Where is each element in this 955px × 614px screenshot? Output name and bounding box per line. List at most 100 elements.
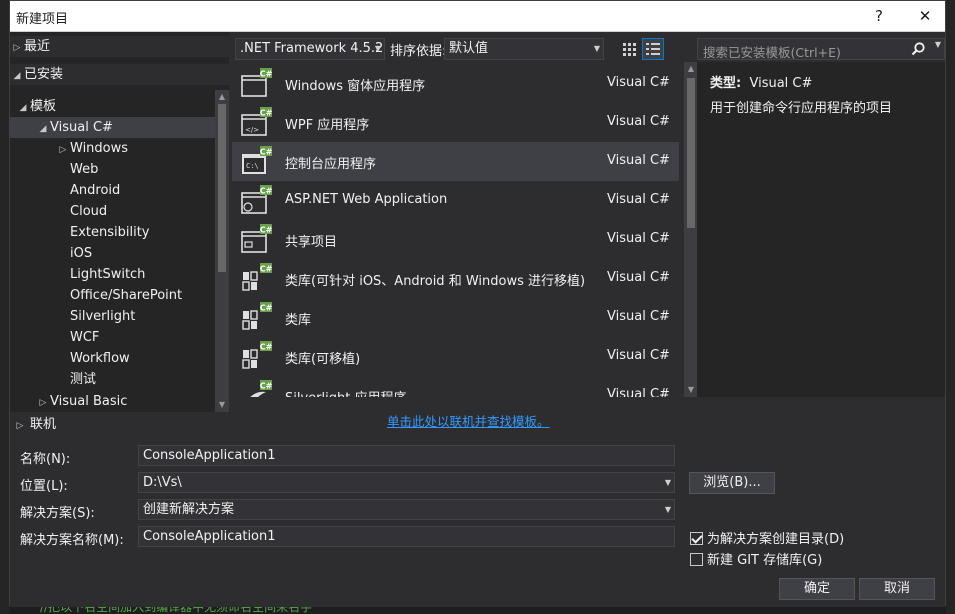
svg-text:C#: C# [260, 186, 272, 195]
solution-select[interactable]: 创建新解决方案 ▼ [138, 499, 675, 520]
online-templates-link[interactable]: 单击此处以联机并查找模板。 [387, 411, 550, 430]
tree-item-extensibility[interactable]: Extensibility [10, 222, 215, 243]
detail-type: 类型: Visual C# [710, 76, 813, 91]
collapse-arrow-icon: ◢ [13, 71, 21, 81]
template-item[interactable]: C# Windows 窗体应用程序 Visual C# [232, 64, 679, 103]
template-language: Visual C# [607, 231, 670, 246]
template-item[interactable]: C# Silverlight 应用程序 Visual C# [232, 376, 679, 397]
ok-button[interactable]: 确定 [779, 578, 855, 600]
shared-project-icon: C# [240, 224, 273, 256]
scroll-up-icon[interactable]: ▲ [215, 90, 229, 104]
svg-text:</>: </> [245, 126, 259, 134]
scroll-down-icon[interactable]: ▼ [684, 383, 697, 397]
web-app-icon: C# [240, 185, 273, 217]
template-item[interactable]: C# 类库(可针对 iOS、Android 和 Windows 进行移植) Visu… [232, 259, 679, 298]
collapse-arrow-icon: ◢ [19, 103, 27, 113]
search-icon[interactable] [910, 41, 926, 57]
expand-arrow-icon: ▷ [16, 421, 24, 431]
console-icon: C:\ C# [240, 146, 273, 178]
tree-scroll-thumb[interactable] [218, 104, 226, 272]
tree-item-ios[interactable]: iOS [10, 243, 215, 264]
silverlight-icon: C# [240, 380, 273, 397]
solution-name-input[interactable]: ConsoleApplication1 [138, 526, 675, 547]
template-name: ASP.NET Web Application [285, 192, 448, 207]
template-item[interactable]: C# 类库(可移植) Visual C# [232, 337, 679, 376]
expand-arrow-icon: ▷ [59, 145, 67, 155]
dialog-titlebar: 新建项目 ? ✕ [10, 1, 945, 32]
tree-item-windows[interactable]: ▷ Windows [10, 138, 215, 159]
template-name: 类库(可针对 iOS、Android 和 Windows 进行移植) [285, 274, 586, 289]
template-language: Visual C# [607, 114, 670, 129]
tree-item-installed[interactable]: ◢ 已安装 [10, 64, 229, 85]
background-right-strip [946, 0, 955, 614]
tree-item-workflow[interactable]: Workflow [10, 348, 215, 369]
background-left-strip [0, 0, 9, 614]
small-icons-view-button[interactable] [618, 38, 640, 60]
wpf-icon: </> C# [240, 107, 273, 139]
close-button[interactable]: ✕ [910, 5, 940, 27]
tree-item--[interactable]: 测试 [10, 369, 215, 390]
tree-item-visual-csharp[interactable]: ◢ Visual C# [10, 117, 215, 138]
svg-text:C#: C# [260, 108, 272, 117]
template-language: Visual C# [607, 192, 670, 207]
detail-description: 用于创建命令行应用程序的项目 [710, 101, 893, 116]
tree-item-android[interactable]: Android [10, 180, 215, 201]
name-input[interactable]: ConsoleApplication1 [138, 445, 675, 466]
tree-item-wcf[interactable]: WCF [10, 327, 215, 348]
template-list-scrollbar[interactable]: ▲ ▼ [684, 62, 697, 397]
portable-class-library-icon: C# [240, 341, 273, 373]
tree-item-office-sharepoint[interactable]: Office/SharePoint [10, 285, 215, 306]
template-item[interactable]: C# 类库 Visual C# [232, 298, 679, 337]
list-view-icon [646, 43, 660, 55]
collapse-arrow-icon: ◢ [39, 124, 47, 134]
solution-label: 解决方案(S): [20, 506, 95, 521]
template-search[interactable]: 搜索已安装模板(Ctrl+E) ▼ [697, 38, 945, 60]
cancel-button[interactable]: 取消 [859, 578, 935, 600]
tree-item-visual-basic[interactable]: ▷ Visual Basic [10, 391, 215, 412]
sort-select[interactable]: 默认值 ▼ [444, 38, 604, 60]
template-language: Visual C# [607, 348, 670, 363]
git-repo-checkbox-row[interactable]: 新建 GIT 存储库(G) [690, 549, 822, 568]
project-form: 名称(N): ConsoleApplication1 位置(L): D:\Vs\… [10, 437, 945, 607]
tree-item-cloud[interactable]: Cloud [10, 201, 215, 222]
svg-text:C#: C# [260, 147, 272, 156]
template-item[interactable]: C# 共享项目 Visual C# [232, 220, 679, 259]
dialog-title: 新建项目 [16, 12, 69, 27]
tree-item-silverlight[interactable]: Silverlight [10, 306, 215, 327]
list-view-button[interactable] [642, 38, 664, 60]
scroll-up-icon[interactable]: ▲ [684, 62, 697, 76]
tree-item-recent[interactable]: ▷ 最近 [10, 36, 229, 57]
tree-item-templates[interactable]: ◢ 模板 [10, 96, 215, 117]
template-category-tree: ▷ 最近 ◢ 已安装 ◢ 模板 ◢ Visual C# ▷ Windows Web Andro… [10, 32, 229, 412]
location-combobox[interactable]: D:\Vs\ ▼ [138, 472, 675, 493]
template-name: Windows 窗体应用程序 [285, 79, 426, 94]
scroll-down-icon[interactable]: ▼ [215, 398, 229, 412]
template-language: Visual C# [607, 309, 670, 324]
template-toolbar: .NET Framework 4.5.2 ▼ 排序依据: 默认值 ▼ [232, 38, 687, 60]
browse-button[interactable]: 浏览(B)... [689, 472, 775, 494]
chevron-down-icon: ▼ [593, 44, 600, 53]
template-item[interactable]: C:\ C# 控制台应用程序 Visual C# [232, 142, 679, 181]
chevron-down-icon[interactable]: ▼ [665, 500, 671, 519]
chevron-down-icon[interactable]: ▼ [935, 40, 941, 49]
expand-arrow-icon: ▷ [13, 43, 21, 53]
template-item[interactable]: C# ASP.NET Web Application Visual C# [232, 181, 679, 220]
template-item[interactable]: </> C# WPF 应用程序 Visual C# [232, 103, 679, 142]
template-list-scroll-thumb[interactable] [687, 78, 695, 228]
git-repo-checkbox[interactable] [690, 553, 703, 566]
search-input-placeholder[interactable]: 搜索已安装模板(Ctrl+E) [703, 42, 841, 61]
create-directory-checkbox[interactable] [690, 532, 703, 545]
tree-item-lightswitch[interactable]: LightSwitch [10, 264, 215, 285]
framework-select[interactable]: .NET Framework 4.5.2 ▼ [235, 38, 385, 60]
help-button[interactable]: ? [864, 5, 894, 27]
chevron-down-icon[interactable]: ▼ [665, 473, 671, 492]
tree-item-web[interactable]: Web [10, 159, 215, 180]
location-label: 位置(L): [20, 479, 68, 494]
svg-text:C#: C# [260, 225, 272, 234]
template-name: 控制台应用程序 [285, 157, 377, 172]
tree-scrollbar[interactable]: ▲ ▼ [215, 90, 229, 412]
name-label: 名称(N): [20, 452, 71, 467]
svg-text:C:\: C:\ [246, 162, 259, 170]
template-name: 类库 [285, 313, 312, 328]
create-directory-checkbox-row[interactable]: 为解决方案创建目录(D) [690, 528, 844, 547]
